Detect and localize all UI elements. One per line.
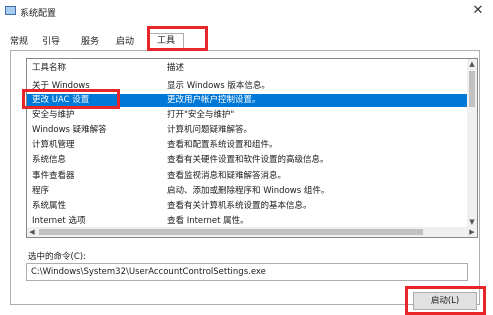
title-bar: 系统配置 ✕ [0, 0, 493, 24]
list-item[interactable]: 事件查看器 查看监视消息和疑难解答消息。 [27, 170, 468, 183]
tool-name: 系统属性 [32, 201, 67, 211]
column-header-description[interactable]: 描述 [167, 62, 184, 75]
column-header-tool-name[interactable]: 工具名称 [32, 62, 66, 75]
tool-name: Windows 疑难解答 [32, 125, 107, 135]
tool-description: 查看有关硬件设置和软件设置的高级信息。 [167, 155, 329, 165]
tab-general[interactable]: 常规 [10, 35, 28, 49]
selected-command-label: 选中的命令(C): [28, 252, 86, 262]
tool-name: 系统信息 [32, 155, 67, 165]
tool-name: 安全与维护 [32, 110, 75, 120]
highlight-box-launch-button [405, 286, 486, 315]
tool-name: 计算机管理 [32, 140, 75, 150]
tab-startup[interactable]: 启动 [116, 35, 134, 49]
list-item[interactable]: 安全与维护 打开"安全与维护" [27, 109, 468, 122]
tool-name: 事件查看器 [32, 171, 75, 181]
scroll-down-arrow-icon[interactable]: ▼ [467, 217, 477, 227]
tab-services[interactable]: 服务 [81, 35, 99, 49]
list-header: 工具名称 描述 [27, 62, 468, 75]
scroll-right-arrow-icon[interactable]: ▶ [467, 227, 477, 237]
tool-description: 打开"安全与维护" [167, 110, 235, 120]
selected-command-field[interactable]: C:\Windows\System32\UserAccountControlSe… [26, 263, 468, 281]
vertical-scroll-thumb[interactable] [469, 71, 475, 107]
scroll-left-arrow-icon[interactable]: ◀ [27, 227, 37, 237]
tool-description: 计算机问题疑难解答。 [167, 125, 253, 135]
highlight-box-uac-item [22, 89, 120, 109]
tool-description: 查看和配置系统设置和组件。 [167, 140, 278, 150]
tool-description: 更改用户帐户控制设置。 [167, 95, 261, 105]
highlight-box-tools-tab [147, 26, 208, 51]
tool-description: 查看有关计算机系统设置的基本信息。 [167, 201, 312, 211]
horizontal-scrollbar[interactable]: ◀ ▶ [27, 227, 477, 237]
list-item[interactable]: Windows 疑难解答 计算机问题疑难解答。 [27, 124, 468, 137]
list-item[interactable]: 系统信息 查看有关硬件设置和软件设置的高级信息。 [27, 154, 468, 167]
tool-description: 显示 Windows 版本信息。 [167, 81, 270, 91]
list-item[interactable]: 系统属性 查看有关计算机系统设置的基本信息。 [27, 200, 468, 213]
vertical-scrollbar[interactable]: ▲ ▼ [467, 59, 477, 227]
tool-description: 启动、添加或删除程序和 Windows 组件。 [167, 186, 330, 196]
tab-boot[interactable]: 引导 [42, 35, 60, 49]
tab-strip: 常规 引导 服务 启动 工具 [10, 33, 480, 50]
list-item[interactable]: 计算机管理 查看和配置系统设置和组件。 [27, 139, 468, 152]
msconfig-icon [5, 6, 16, 16]
horizontal-scroll-thumb[interactable] [39, 229, 423, 235]
tools-list[interactable]: 工具名称 描述 关于 Windows 显示 Windows 版本信息。 更改 U… [26, 58, 478, 238]
close-button[interactable]: ✕ [463, 0, 493, 24]
window-title: 系统配置 [20, 9, 57, 19]
tool-name: 程序 [32, 186, 50, 196]
tool-description: 查看监视消息和疑难解答消息。 [167, 171, 287, 181]
list-item[interactable]: 程序 启动、添加或删除程序和 Windows 组件。 [27, 185, 468, 198]
scroll-up-arrow-icon[interactable]: ▲ [467, 59, 477, 69]
